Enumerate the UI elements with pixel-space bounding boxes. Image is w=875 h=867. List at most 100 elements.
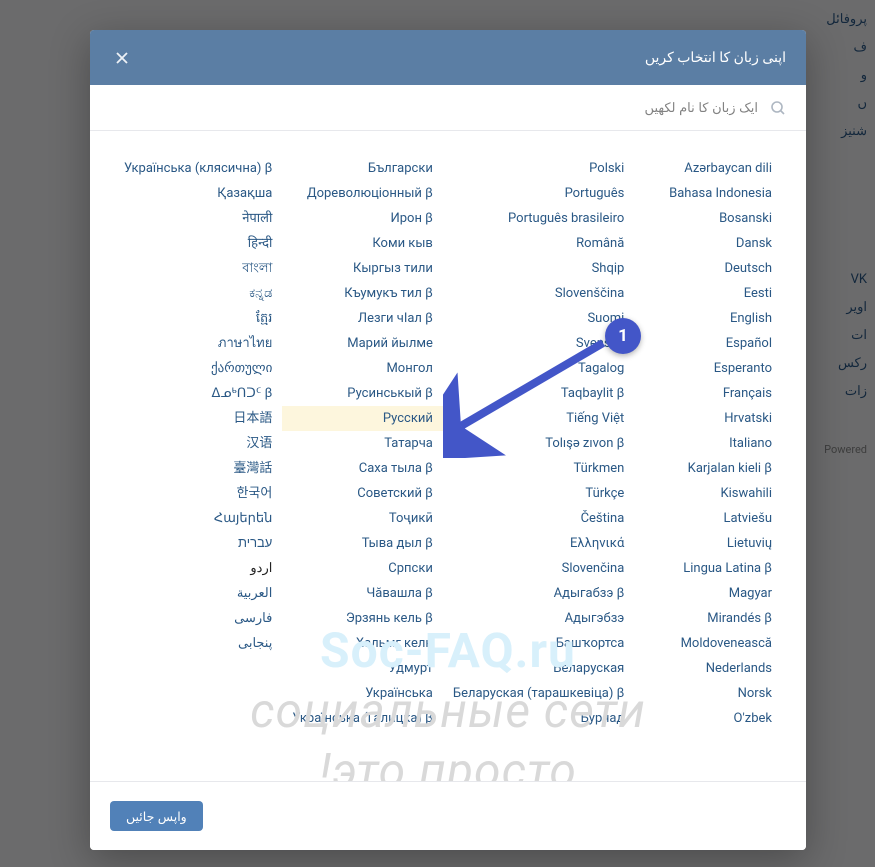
language-option[interactable]: Esperanto [634, 356, 782, 381]
search-icon [770, 100, 786, 116]
language-option[interactable]: Lietuvių [634, 531, 782, 556]
language-option[interactable]: Тоҷикӣ [282, 506, 443, 531]
language-grid: Soc-FAQ.ru социальные сети это просто! A… [90, 131, 806, 761]
language-option[interactable]: 臺灣話 [114, 456, 282, 481]
language-option[interactable]: Slovenčina [443, 556, 634, 581]
language-option[interactable]: Кыргыз тили [282, 256, 443, 281]
language-option[interactable]: Чӑвашла β [282, 581, 443, 606]
language-option[interactable]: Українська (Галицка) β [282, 706, 443, 731]
language-option[interactable]: Nederlands [634, 656, 782, 681]
language-option[interactable]: Română [443, 231, 634, 256]
language-option[interactable]: Русинськый β [282, 381, 443, 406]
language-option[interactable]: ត្មែរ [114, 306, 282, 331]
language-option[interactable]: Taqbaylit β [443, 381, 634, 406]
modal-title: اپنی زبان کا انتخاب کریں [645, 50, 786, 66]
language-option[interactable]: Tagalog [443, 356, 634, 381]
language-option[interactable]: Slovenščina [443, 281, 634, 306]
language-option[interactable]: O'zbek [634, 706, 782, 731]
language-option[interactable]: Shqip [443, 256, 634, 281]
language-option[interactable]: Português [443, 181, 634, 206]
language-option[interactable]: বাংলা [114, 256, 282, 281]
language-option[interactable]: ᐃᓄᒃᑎᑐᑦ β [114, 381, 282, 406]
back-button[interactable]: واپس جائیں [110, 801, 203, 831]
annotation-step-marker: 1 [605, 318, 641, 354]
language-option[interactable]: ಕನ್ನಡ [114, 281, 282, 306]
language-option[interactable]: Удмурт [282, 656, 443, 681]
search-row [90, 85, 806, 131]
language-option[interactable]: اردو [114, 556, 282, 581]
language-option[interactable]: English [634, 306, 782, 331]
language-option[interactable]: Français [634, 381, 782, 406]
close-icon [114, 50, 130, 66]
language-option[interactable]: Kiswahili [634, 481, 782, 506]
language-option[interactable]: فارسی [114, 606, 282, 631]
language-option[interactable]: Коми кыв [282, 231, 443, 256]
language-option[interactable]: Дореволюціонный β [282, 181, 443, 206]
language-option[interactable]: Dansk [634, 231, 782, 256]
language-option[interactable]: Karjalan kieli β [634, 456, 782, 481]
language-option[interactable]: پنجابی [114, 631, 282, 656]
language-option[interactable]: Советский β [282, 481, 443, 506]
language-option[interactable]: Беларуская [443, 656, 634, 681]
language-option[interactable]: Ирон β [282, 206, 443, 231]
language-option[interactable]: Latviešu [634, 506, 782, 531]
language-option[interactable]: Адыгэбзэ [443, 606, 634, 631]
language-option[interactable]: Magyar [634, 581, 782, 606]
language-modal: اپنی زبان کا انتخاب کریں Soc-FAQ.ru соци… [90, 30, 806, 850]
language-option[interactable]: Türkmen [443, 456, 634, 481]
language-option[interactable]: Български [282, 156, 443, 181]
language-option[interactable]: 한국어 [114, 481, 282, 506]
language-option[interactable]: Русский [282, 406, 443, 431]
language-option[interactable]: 汉语 [114, 431, 282, 456]
language-option[interactable]: Suomi [443, 306, 634, 331]
language-option[interactable]: Bahasa Indonesia [634, 181, 782, 206]
search-input[interactable] [110, 99, 760, 116]
language-option[interactable]: Tiếng Việt [443, 406, 634, 431]
language-option[interactable]: Қазақша [114, 181, 282, 206]
language-option[interactable]: Адыгабзэ β [443, 581, 634, 606]
modal-header: اپنی زبان کا انتخاب کریں [90, 30, 806, 85]
language-option[interactable]: नेपाली [114, 206, 282, 231]
language-option[interactable]: Moldovenească [634, 631, 782, 656]
language-option[interactable]: Українська (клясична) β [114, 156, 282, 181]
language-option[interactable]: Саха тыла β [282, 456, 443, 481]
language-option[interactable]: Hrvatski [634, 406, 782, 431]
language-option[interactable]: Lingua Latina β [634, 556, 782, 581]
language-option[interactable]: Буряад [443, 706, 634, 731]
language-option[interactable]: Eesti [634, 281, 782, 306]
language-option[interactable]: Italiano [634, 431, 782, 456]
language-option[interactable]: Татарча [282, 431, 443, 456]
language-option[interactable]: ภาษาไทย [114, 331, 282, 356]
language-option[interactable]: Čeština [443, 506, 634, 531]
language-option[interactable]: العربية [114, 581, 282, 606]
language-option[interactable]: Deutsch [634, 256, 782, 281]
language-option[interactable]: Português brasileiro [443, 206, 634, 231]
language-option[interactable]: Español [634, 331, 782, 356]
modal-footer: واپس جائیں [90, 781, 806, 850]
language-option[interactable]: Ελληνικά [443, 531, 634, 556]
language-option[interactable]: Монгол [282, 356, 443, 381]
language-option[interactable]: Mirandés β [634, 606, 782, 631]
language-option[interactable]: Беларуская (тарашкевіца) β [443, 681, 634, 706]
language-option[interactable]: Башҡортса [443, 631, 634, 656]
language-option[interactable]: Къумукъ тил β [282, 281, 443, 306]
close-button[interactable] [110, 46, 134, 70]
language-option[interactable]: Эрзянь кель β [282, 606, 443, 631]
language-option[interactable]: ქართული [114, 356, 282, 381]
language-option[interactable]: עברית [114, 531, 282, 556]
language-option[interactable]: Polski [443, 156, 634, 181]
language-option[interactable]: Тыва дыл β [282, 531, 443, 556]
language-option[interactable]: Tolışə zıvon β [443, 431, 634, 456]
language-option[interactable]: 日本語 [114, 406, 282, 431]
language-option[interactable]: Српски [282, 556, 443, 581]
language-option[interactable]: Türkçe [443, 481, 634, 506]
language-option[interactable]: Лезги чІал β [282, 306, 443, 331]
language-option[interactable]: Марий йылме [282, 331, 443, 356]
language-option[interactable]: हिन्दी [114, 231, 282, 256]
language-option[interactable]: Azərbaycan dili [634, 156, 782, 181]
language-option[interactable]: Хальмг келн [282, 631, 443, 656]
language-option[interactable]: Bosanski [634, 206, 782, 231]
language-option[interactable]: Українська [282, 681, 443, 706]
language-option[interactable]: Հայերեն [114, 506, 282, 531]
language-option[interactable]: Norsk [634, 681, 782, 706]
